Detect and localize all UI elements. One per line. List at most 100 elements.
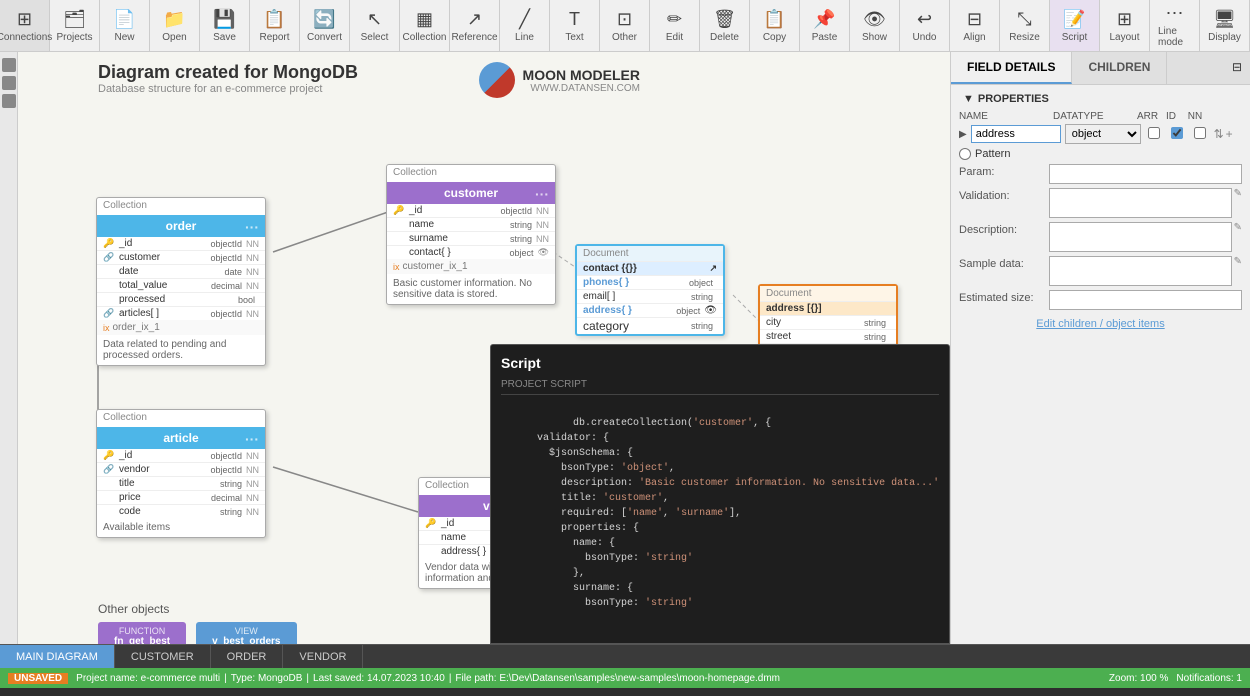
order-field-processed: processed bool — [97, 293, 265, 307]
fn-get-best-btn[interactable]: FUNCTION fn_get_best — [98, 622, 186, 644]
toolbar-connections[interactable]: ⊞ Connections — [0, 0, 50, 51]
nn-checkbox[interactable] — [1194, 127, 1206, 139]
toolbar-select[interactable]: ↖ Select — [350, 0, 400, 51]
tab-main-diagram[interactable]: MAIN DIAGRAM — [0, 645, 115, 668]
save-icon: 💾 — [213, 9, 235, 30]
toolbar-report[interactable]: 📋 Report — [250, 0, 300, 51]
toolbar-reference[interactable]: ↗ Reference — [450, 0, 500, 51]
key-icon: 🔑 — [425, 518, 439, 529]
toolbar-undo[interactable]: ↩ Undo — [900, 0, 950, 51]
toolbar-script[interactable]: 📝 Script — [1050, 0, 1100, 51]
description-edit-icon[interactable]: ✎ — [1234, 222, 1242, 233]
script-content[interactable]: db.createCollection('customer', { valida… — [501, 401, 939, 611]
field-expand-arrow[interactable]: ▶ — [959, 129, 967, 140]
other-objects: Other objects FUNCTION fn_get_best VIEW … — [98, 602, 297, 644]
order-description: Data related to pending and processed or… — [97, 335, 257, 365]
estimated-size-input[interactable] — [1049, 290, 1242, 310]
v-best-orders-btn[interactable]: VIEW v_best_orders — [196, 622, 296, 644]
toolbar-convert[interactable]: 🔄 Convert — [300, 0, 350, 51]
toolbar-line[interactable]: ╱ Line — [500, 0, 550, 51]
toolbar-copy[interactable]: 📋 Copy — [750, 0, 800, 51]
order-field-customer: 🔗 customer objectId NN — [97, 251, 265, 265]
toolbar-layout[interactable]: ⊞ Layout — [1100, 0, 1150, 51]
bottom-tabs: MAIN DIAGRAM CUSTOMER ORDER VENDOR — [0, 644, 1250, 668]
contact-field-address: address{ } object 👁 — [577, 304, 723, 317]
properties-section: ▼ PROPERTIES NAME DATATYPE ARR ID NN ▶ o… — [951, 85, 1250, 338]
toolbar-display[interactable]: 🖥 Display — [1200, 0, 1250, 51]
pattern-row: Pattern — [959, 148, 1242, 160]
id-checkbox-container — [1168, 127, 1187, 142]
tab-customer[interactable]: CUSTOMER — [115, 645, 211, 668]
undo-icon: ↩ — [917, 9, 932, 30]
status-notifications: Notifications: 1 — [1176, 673, 1242, 684]
properties-header[interactable]: ▼ PROPERTIES — [959, 93, 1242, 105]
validation-input[interactable] — [1049, 188, 1232, 218]
toolbar-text[interactable]: T Text — [550, 0, 600, 51]
open-icon: 📁 — [163, 9, 185, 30]
add-icon[interactable]: + — [1226, 127, 1233, 141]
edit-children-link[interactable]: Edit children / object items — [959, 318, 1242, 330]
pattern-radio[interactable] — [959, 148, 971, 160]
toolbar-new[interactable]: 📄 New — [100, 0, 150, 51]
script-subtitle: PROJECT SCRIPT — [501, 379, 939, 395]
toolbar-open[interactable]: 📁 Open — [150, 0, 200, 51]
toolbar-linemode[interactable]: ⋯ Line mode — [1150, 0, 1200, 51]
toolbar-align[interactable]: ⊟ Align — [950, 0, 1000, 51]
addr-cust-city: city string — [760, 316, 896, 330]
article-header: article ··· — [97, 427, 265, 449]
toolbar-other[interactable]: ⊡ Other — [600, 0, 650, 51]
toolbar-resize[interactable]: ⤡ Resize — [1000, 0, 1050, 51]
toolbar-paste[interactable]: 📌 Paste — [800, 0, 850, 51]
estimated-size-row: Estimated size: — [959, 290, 1242, 310]
status-file-path: File path: E:\Dev\Datansen\samples\new-s… — [455, 673, 780, 684]
canvas-area[interactable]: Diagram created for MongoDB Database str… — [18, 52, 950, 644]
display-icon: 🖥 — [1213, 9, 1236, 30]
toolbar-delete[interactable]: 🗑 Delete — [700, 0, 750, 51]
move-icon[interactable]: ⇅ — [1214, 127, 1224, 141]
sidebar-btn-1[interactable] — [2, 58, 16, 72]
toolbar-show[interactable]: 👁 Show — [850, 0, 900, 51]
order-header: order ··· — [97, 215, 265, 237]
toolbar-edit[interactable]: ✏ Edit — [650, 0, 700, 51]
line-icon: ╱ — [519, 9, 530, 30]
logo-icon — [479, 62, 515, 98]
delete-icon: 🗑 — [713, 9, 736, 30]
tab-field-details[interactable]: FIELD DETAILS — [951, 52, 1072, 84]
panel-collapse-btn[interactable]: ⊟ — [1224, 52, 1250, 84]
toolbar-collection[interactable]: ▦ Collection — [400, 0, 450, 51]
toolbar-save[interactable]: 💾 Save — [200, 0, 250, 51]
edit-icon: ✏ — [667, 9, 682, 30]
sample-data-edit-icon[interactable]: ✎ — [1234, 256, 1242, 267]
sample-data-input[interactable] — [1049, 256, 1232, 286]
sidebar-btn-2[interactable] — [2, 76, 16, 90]
document-contact[interactable]: Document contact {{}} ↗ phones{ } object… — [575, 244, 725, 336]
order-field-total: total_value decimal NN — [97, 279, 265, 293]
field-name-input[interactable] — [971, 125, 1061, 143]
customer-field-name: name string NN — [387, 218, 555, 232]
description-input[interactable] — [1049, 222, 1232, 252]
ref-icon: 🔗 — [103, 252, 117, 263]
id-checkbox[interactable] — [1171, 127, 1183, 139]
tab-vendor[interactable]: VENDOR — [283, 645, 363, 668]
collection-article[interactable]: Collection article ··· 🔑 _id objectId NN… — [96, 409, 266, 538]
order-field-articles: 🔗 articles[ ] objectId NN — [97, 307, 265, 320]
panel-tabs: FIELD DETAILS CHILDREN ⊟ — [951, 52, 1250, 85]
order-index: ix order_ix_1 — [97, 320, 265, 335]
collection-order[interactable]: Collection order ··· 🔑 _id objectId NN 🔗… — [96, 197, 266, 366]
collection-customer[interactable]: Collection customer ··· 🔑 _id objectId N… — [386, 164, 556, 305]
ref-icon: 🔗 — [103, 464, 117, 475]
order-field-date: date date NN — [97, 265, 265, 279]
unsaved-badge: UNSAVED — [8, 673, 68, 684]
status-type: Type: MongoDB — [231, 673, 303, 684]
arr-checkbox[interactable] — [1148, 127, 1160, 139]
tab-children[interactable]: CHILDREN — [1072, 52, 1167, 84]
paste-icon: 📌 — [813, 9, 835, 30]
sidebar-btn-3[interactable] — [2, 94, 16, 108]
field-datatype-select[interactable]: object — [1065, 124, 1141, 144]
param-input[interactable] — [1049, 164, 1242, 184]
validation-edit-icon[interactable]: ✎ — [1234, 188, 1242, 199]
projects-icon: 🗂 — [63, 9, 86, 30]
toolbar-projects[interactable]: 🗂 Projects — [50, 0, 100, 51]
tab-order[interactable]: ORDER — [211, 645, 284, 668]
key-icon: 🔑 — [393, 205, 407, 216]
